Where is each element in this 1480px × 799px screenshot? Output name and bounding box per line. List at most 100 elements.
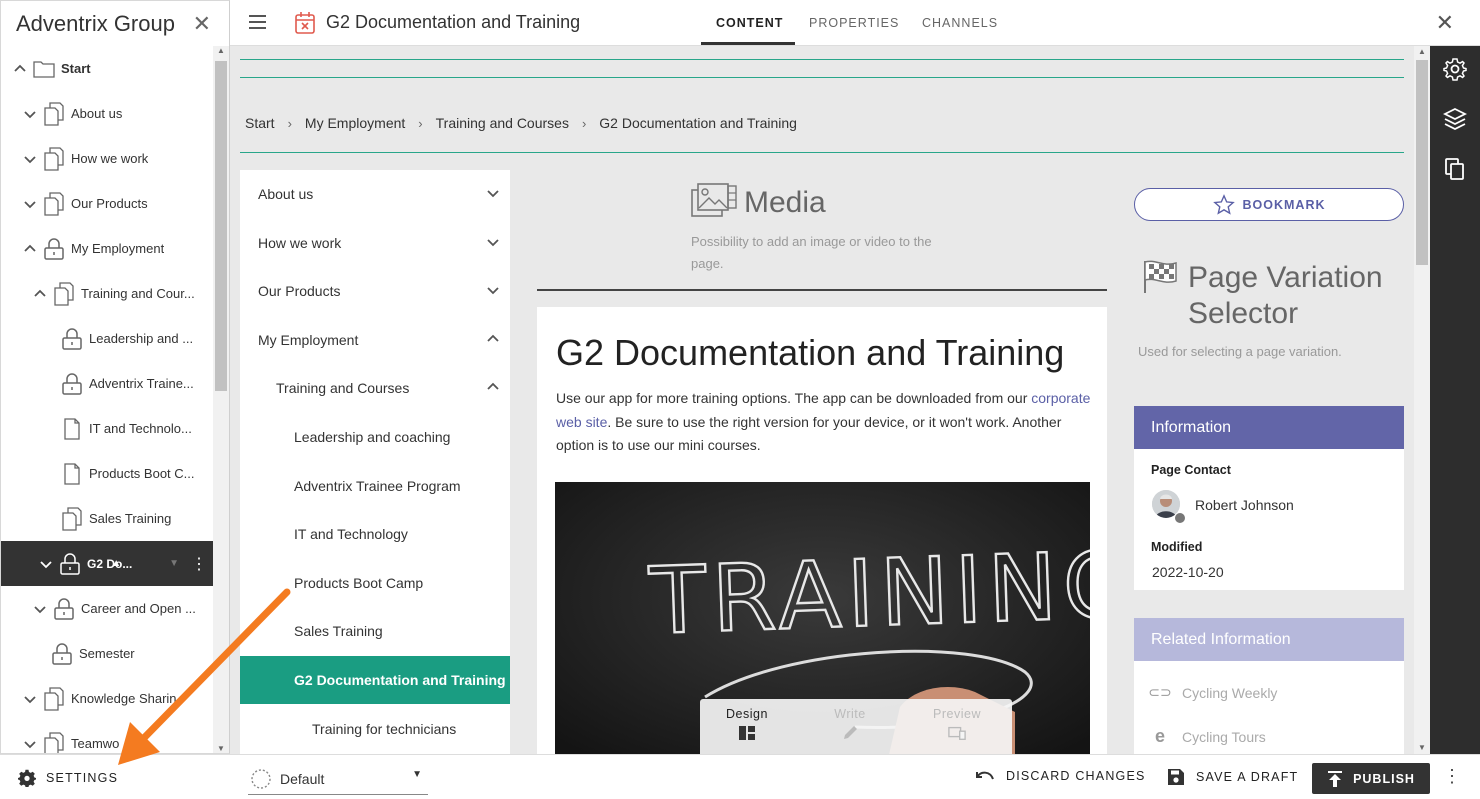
scroll-up-icon[interactable]: ▲ bbox=[217, 46, 225, 55]
chevron-down-icon[interactable] bbox=[486, 235, 500, 252]
layers-icon[interactable] bbox=[1443, 107, 1467, 131]
chevron-up-icon[interactable] bbox=[23, 242, 37, 256]
chevron-down-icon[interactable] bbox=[486, 186, 500, 203]
page-tree: Start About us How we work Our Products My E… bbox=[1, 46, 215, 753]
close-tree-icon[interactable]: ✕ bbox=[193, 11, 211, 37]
sub-nav-item[interactable]: Training for technicians bbox=[240, 705, 510, 753]
sub-nav-item[interactable]: IT and Technology bbox=[240, 510, 510, 558]
move-down-icon[interactable]: ▼ bbox=[169, 558, 179, 569]
canvas-scrollbar[interactable]: ▲ ▼ bbox=[1414, 46, 1430, 754]
chevron-up-icon[interactable] bbox=[486, 332, 500, 349]
chevron-down-icon[interactable] bbox=[23, 152, 37, 166]
chevron-up-icon[interactable] bbox=[13, 62, 27, 76]
related-item[interactable]: ⊂⊃ Cycling Weekly bbox=[1148, 684, 1277, 701]
move-up-icon[interactable]: ▲ bbox=[111, 558, 121, 569]
chevron-down-icon[interactable] bbox=[33, 602, 47, 616]
scroll-up-icon[interactable]: ▲ bbox=[1418, 47, 1426, 56]
sub-nav-item[interactable]: G2 Documentation and Training bbox=[240, 656, 510, 704]
tab-content[interactable]: CONTENT bbox=[716, 16, 783, 30]
tree-item[interactable]: About us bbox=[1, 91, 215, 136]
sub-nav-item[interactable]: Products Boot Camp bbox=[240, 559, 510, 607]
write-mode-button[interactable]: Write bbox=[815, 707, 885, 741]
browser-e-icon: e bbox=[1154, 726, 1165, 746]
tree-item[interactable]: Teamwo bbox=[1, 721, 215, 753]
top-bar: G2 Documentation and Training CONTENT PR… bbox=[230, 0, 1480, 46]
media-description: Possibility to add an image or video to … bbox=[691, 234, 932, 271]
tree-scrollbar-thumb[interactable] bbox=[215, 61, 227, 391]
contact-name[interactable]: Robert Johnson bbox=[1195, 497, 1294, 513]
sub-nav-item[interactable]: Adventrix Trainee Program bbox=[240, 462, 510, 510]
breadcrumb-item[interactable]: G2 Documentation and Training bbox=[599, 115, 797, 131]
bookmark-label: BOOKMARK bbox=[1242, 197, 1326, 212]
close-editor-icon[interactable]: ✕ bbox=[1436, 10, 1454, 36]
discard-changes-button[interactable]: DISCARD CHANGES bbox=[975, 768, 1146, 784]
link-icon: ⊂⊃ bbox=[1148, 684, 1172, 700]
sub-nav-item[interactable]: My Employment bbox=[240, 316, 510, 364]
scroll-down-icon[interactable]: ▼ bbox=[1418, 743, 1426, 752]
tab-channels[interactable]: CHANNELS bbox=[922, 16, 998, 30]
settings-button[interactable]: SETTINGS bbox=[18, 769, 118, 787]
sub-nav-item[interactable]: Our Products bbox=[240, 267, 510, 315]
copy-pages-icon[interactable] bbox=[1443, 157, 1467, 181]
sub-nav-item[interactable]: About us bbox=[240, 170, 510, 218]
sub-nav-label: Leadership and coaching bbox=[294, 429, 451, 445]
bookmark-button[interactable]: BOOKMARK bbox=[1134, 188, 1404, 221]
tree-scrollbar[interactable]: ▲ ▼ bbox=[213, 46, 229, 753]
tree-item[interactable]: Our Products bbox=[1, 181, 215, 226]
modified-date: 2022-10-20 bbox=[1152, 564, 1224, 580]
tree-item[interactable]: Products Boot C... bbox=[1, 451, 215, 496]
tree-item[interactable]: Semester bbox=[1, 631, 215, 676]
sub-nav-label: G2 Documentation and Training bbox=[294, 672, 506, 688]
sub-nav-label: Adventrix Trainee Program bbox=[294, 477, 461, 494]
breadcrumb-item[interactable]: Training and Courses bbox=[436, 115, 569, 131]
pages-icon bbox=[61, 506, 83, 531]
devices-icon bbox=[948, 726, 966, 740]
page-variation-select[interactable]: Default ▼ bbox=[248, 763, 428, 795]
related-item[interactable]: e Cycling Tours bbox=[1152, 726, 1266, 747]
save-draft-button[interactable]: SAVE A DRAFT bbox=[1167, 768, 1298, 786]
tree-item[interactable]: Start bbox=[1, 46, 215, 91]
sub-nav-label: Sales Training bbox=[294, 623, 383, 640]
scroll-down-icon[interactable]: ▼ bbox=[217, 744, 225, 753]
content-heading[interactable]: G2 Documentation and Training bbox=[556, 332, 1064, 374]
chevron-down-icon[interactable] bbox=[23, 692, 37, 706]
tree-item[interactable]: IT and Technolo... bbox=[1, 406, 215, 451]
breadcrumb-item[interactable]: My Employment bbox=[305, 115, 405, 131]
preview-mode-button[interactable]: Preview bbox=[922, 707, 992, 741]
breadcrumb-item[interactable]: Start bbox=[245, 115, 275, 131]
canvas-scrollbar-thumb[interactable] bbox=[1416, 60, 1428, 265]
page-variation-selector-title: Page Variation Selector bbox=[1188, 261, 1383, 330]
tree-item[interactable]: Training and Cour... bbox=[1, 271, 215, 316]
tree-item[interactable]: Leadership and ... bbox=[1, 316, 215, 361]
content-block[interactable]: G2 Documentation and Training Use our ap… bbox=[537, 307, 1107, 754]
design-mode-button[interactable]: Design bbox=[712, 707, 782, 741]
sub-nav-item[interactable]: Sales Training bbox=[240, 607, 510, 655]
content-body[interactable]: Use our app for more training options. T… bbox=[556, 387, 1091, 458]
tree-item[interactable]: Sales Training bbox=[1, 496, 215, 541]
chevron-down-icon[interactable] bbox=[23, 197, 37, 211]
more-options-icon[interactable]: ⋮ bbox=[191, 554, 207, 574]
gear-icon bbox=[18, 769, 36, 787]
more-options-icon[interactable]: ⋮ bbox=[1443, 767, 1461, 785]
sub-nav-item[interactable]: Leadership and coaching bbox=[240, 413, 510, 461]
sub-nav-item[interactable]: Training and Courses bbox=[240, 364, 510, 412]
publish-button[interactable]: PUBLISH bbox=[1312, 763, 1430, 794]
related-information-header: Related Information bbox=[1134, 618, 1404, 661]
sub-nav-item[interactable]: How we work bbox=[240, 219, 510, 267]
chevron-down-icon[interactable] bbox=[39, 557, 53, 571]
tab-properties[interactable]: PROPERTIES bbox=[809, 16, 899, 30]
chevron-down-icon[interactable] bbox=[23, 107, 37, 121]
tree-item[interactable]: Knowledge Sharin bbox=[1, 676, 215, 721]
tree-item[interactable]: Adventrix Traine... bbox=[1, 361, 215, 406]
tree-item[interactable]: How we work bbox=[1, 136, 215, 181]
chevron-down-icon[interactable] bbox=[486, 283, 500, 300]
chevron-up-icon[interactable] bbox=[486, 380, 500, 397]
site-title: Adventrix Group bbox=[16, 10, 175, 36]
tree-item[interactable]: Career and Open ... bbox=[1, 586, 215, 631]
tree-item[interactable]: G2 Do... ▲ ▼ ⋮ bbox=[1, 541, 215, 586]
chevron-down-icon[interactable] bbox=[23, 737, 37, 751]
tree-item[interactable]: My Employment bbox=[1, 226, 215, 271]
chevron-up-icon[interactable] bbox=[33, 287, 47, 301]
hamburger-menu-icon[interactable] bbox=[248, 14, 268, 30]
gear-icon[interactable] bbox=[1443, 57, 1467, 81]
